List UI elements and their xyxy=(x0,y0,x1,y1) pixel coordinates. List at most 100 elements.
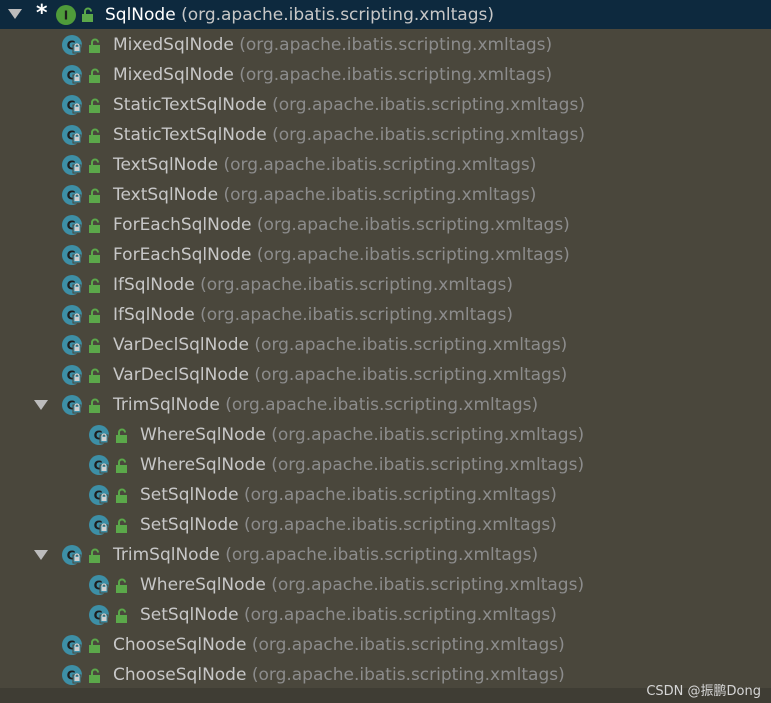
package-name: (org.apache.ibatis.scripting.xmltags) xyxy=(254,365,568,385)
tree-row[interactable]: C SetSqlNode (org.apache.ibatis.scripting… xyxy=(0,480,771,510)
svg-text:I: I xyxy=(64,9,68,23)
package-name: (org.apache.ibatis.scripting.xmltags) xyxy=(181,4,494,25)
expand-arrow-icon[interactable] xyxy=(34,400,48,410)
class-icon: C xyxy=(62,275,82,295)
tree-row[interactable]: C TrimSqlNode (org.apache.ibatis.scriptin… xyxy=(0,390,771,420)
package-name: (org.apache.ibatis.scripting.xmltags) xyxy=(239,65,553,85)
class-name: TextSqlNode xyxy=(113,155,219,175)
public-lock-icon xyxy=(116,578,127,593)
tree-row[interactable]: C IfSqlNode (org.apache.ibatis.scripting.… xyxy=(0,300,771,330)
class-name: IfSqlNode xyxy=(113,275,195,295)
class-icon: C xyxy=(62,215,82,235)
tree-row[interactable]: C MixedSqlNode (org.apache.ibatis.scripti… xyxy=(0,60,771,90)
class-name: SetSqlNode xyxy=(140,515,239,535)
tree-row[interactable]: C TextSqlNode (org.apache.ibatis.scriptin… xyxy=(0,150,771,180)
class-name: MixedSqlNode xyxy=(113,35,234,55)
public-lock-icon xyxy=(89,668,100,683)
tree-row[interactable]: C SetSqlNode (org.apache.ibatis.scripting… xyxy=(0,600,771,630)
package-name: (org.apache.ibatis.scripting.xmltags) xyxy=(225,545,539,565)
public-lock-icon xyxy=(116,428,127,443)
tree-row[interactable]: C StaticTextSqlNode (org.apache.ibatis.sc… xyxy=(0,120,771,150)
public-lock-icon xyxy=(89,548,100,563)
class-name: IfSqlNode xyxy=(113,305,195,325)
tree-row[interactable]: C StaticTextSqlNode (org.apache.ibatis.sc… xyxy=(0,90,771,120)
tree-row[interactable]: C WhereSqlNode (org.apache.ibatis.scripti… xyxy=(0,570,771,600)
tree-row-label: SetSqlNode (org.apache.ibatis.scripting.… xyxy=(140,480,557,510)
class-name: ForEachSqlNode xyxy=(113,245,252,265)
class-icon: C xyxy=(89,425,109,445)
class-name: ChooseSqlNode xyxy=(113,635,247,655)
class-name: StaticTextSqlNode xyxy=(113,95,267,115)
public-lock-icon xyxy=(89,248,100,263)
package-name: (org.apache.ibatis.scripting.xmltags) xyxy=(251,665,565,685)
package-name: (org.apache.ibatis.scripting.xmltags) xyxy=(244,605,557,625)
tree-row-label: StaticTextSqlNode (org.apache.ibatis.scr… xyxy=(113,90,585,120)
tree-row-label: StaticTextSqlNode (org.apache.ibatis.scr… xyxy=(113,120,585,150)
class-icon: C xyxy=(89,485,109,505)
public-lock-icon xyxy=(89,128,100,143)
public-lock-icon xyxy=(89,278,100,293)
class-name: VarDeclSqlNode xyxy=(113,365,250,385)
class-icon: C xyxy=(62,95,82,115)
type-hierarchy-tree: * I SqlNode (org.apache.ibatis.scripting… xyxy=(0,0,771,703)
csdn-watermark: CSDN @振鹏Dong xyxy=(646,684,761,699)
class-name: MixedSqlNode xyxy=(113,65,234,85)
package-name: (org.apache.ibatis.scripting.xmltags) xyxy=(251,635,565,655)
public-lock-icon xyxy=(89,158,100,173)
package-name: (org.apache.ibatis.scripting.xmltags) xyxy=(272,95,585,115)
tree-row[interactable]: C SetSqlNode (org.apache.ibatis.scripting… xyxy=(0,510,771,540)
tree-row-label: WhereSqlNode (org.apache.ibatis.scriptin… xyxy=(140,450,584,480)
tree-row[interactable]: C ForEachSqlNode (org.apache.ibatis.scrip… xyxy=(0,240,771,270)
class-name: TextSqlNode xyxy=(113,185,219,205)
tree-row-label: ForEachSqlNode (org.apache.ibatis.script… xyxy=(113,210,570,240)
tree-row-label: TrimSqlNode (org.apache.ibatis.scripting… xyxy=(113,390,538,420)
tree-row[interactable]: C IfSqlNode (org.apache.ibatis.scripting.… xyxy=(0,270,771,300)
tree-row[interactable]: C WhereSqlNode (org.apache.ibatis.scripti… xyxy=(0,450,771,480)
public-lock-icon xyxy=(116,608,127,623)
tree-row[interactable]: C VarDeclSqlNode (org.apache.ibatis.scrip… xyxy=(0,360,771,390)
class-icon: C xyxy=(62,635,82,655)
class-icon: C xyxy=(62,545,82,565)
expand-arrow-icon[interactable] xyxy=(34,550,48,560)
public-lock-icon xyxy=(89,188,100,203)
tree-row[interactable]: C TextSqlNode (org.apache.ibatis.scriptin… xyxy=(0,180,771,210)
package-name: (org.apache.ibatis.scripting.xmltags) xyxy=(271,455,585,475)
interface-icon: I xyxy=(56,5,76,25)
tree-row-label: ForEachSqlNode (org.apache.ibatis.script… xyxy=(113,240,570,270)
class-icon: C xyxy=(62,65,82,85)
expand-arrow-icon[interactable] xyxy=(8,9,22,19)
class-icon: C xyxy=(89,455,109,475)
public-lock-icon xyxy=(89,338,100,353)
tree-row[interactable]: C WhereSqlNode (org.apache.ibatis.scripti… xyxy=(0,420,771,450)
package-name: (org.apache.ibatis.scripting.xmltags) xyxy=(200,305,513,325)
public-lock-icon xyxy=(116,458,127,473)
package-name: (org.apache.ibatis.scripting.xmltags) xyxy=(239,35,553,55)
tree-row-label: ChooseSqlNode (org.apache.ibatis.scripti… xyxy=(113,660,565,690)
tree-row-label: IfSqlNode (org.apache.ibatis.scripting.x… xyxy=(113,300,513,330)
tree-row-label: VarDeclSqlNode (org.apache.ibatis.script… xyxy=(113,330,567,360)
public-lock-icon xyxy=(116,518,127,533)
tree-row[interactable]: C MixedSqlNode (org.apache.ibatis.scripti… xyxy=(0,30,771,60)
class-icon: C xyxy=(62,665,82,685)
class-name: WhereSqlNode xyxy=(140,425,266,445)
tree-row[interactable]: C ForEachSqlNode (org.apache.ibatis.scrip… xyxy=(0,210,771,240)
class-name: TrimSqlNode xyxy=(113,545,220,565)
class-icon: C xyxy=(62,335,82,355)
package-name: (org.apache.ibatis.scripting.xmltags) xyxy=(223,185,537,205)
current-marker: * xyxy=(36,1,48,26)
tree-root-label: SqlNode (org.apache.ibatis.scripting.xml… xyxy=(105,0,494,30)
package-name: (org.apache.ibatis.scripting.xmltags) xyxy=(254,335,568,355)
class-name: StaticTextSqlNode xyxy=(113,125,267,145)
package-name: (org.apache.ibatis.scripting.xmltags) xyxy=(256,215,570,235)
tree-root-row[interactable]: * I SqlNode (org.apache.ibatis.scripting… xyxy=(0,0,771,29)
tree-row[interactable]: C VarDeclSqlNode (org.apache.ibatis.scrip… xyxy=(0,330,771,360)
tree-row[interactable]: C TrimSqlNode (org.apache.ibatis.scriptin… xyxy=(0,540,771,570)
tree-row[interactable]: C ChooseSqlNode (org.apache.ibatis.script… xyxy=(0,630,771,660)
public-lock-icon xyxy=(89,98,100,113)
package-name: (org.apache.ibatis.scripting.xmltags) xyxy=(225,395,539,415)
tree-row-label: IfSqlNode (org.apache.ibatis.scripting.x… xyxy=(113,270,513,300)
class-name: VarDeclSqlNode xyxy=(113,335,250,355)
public-lock-icon xyxy=(116,488,127,503)
public-lock-icon xyxy=(89,218,100,233)
public-lock-icon xyxy=(89,638,100,653)
